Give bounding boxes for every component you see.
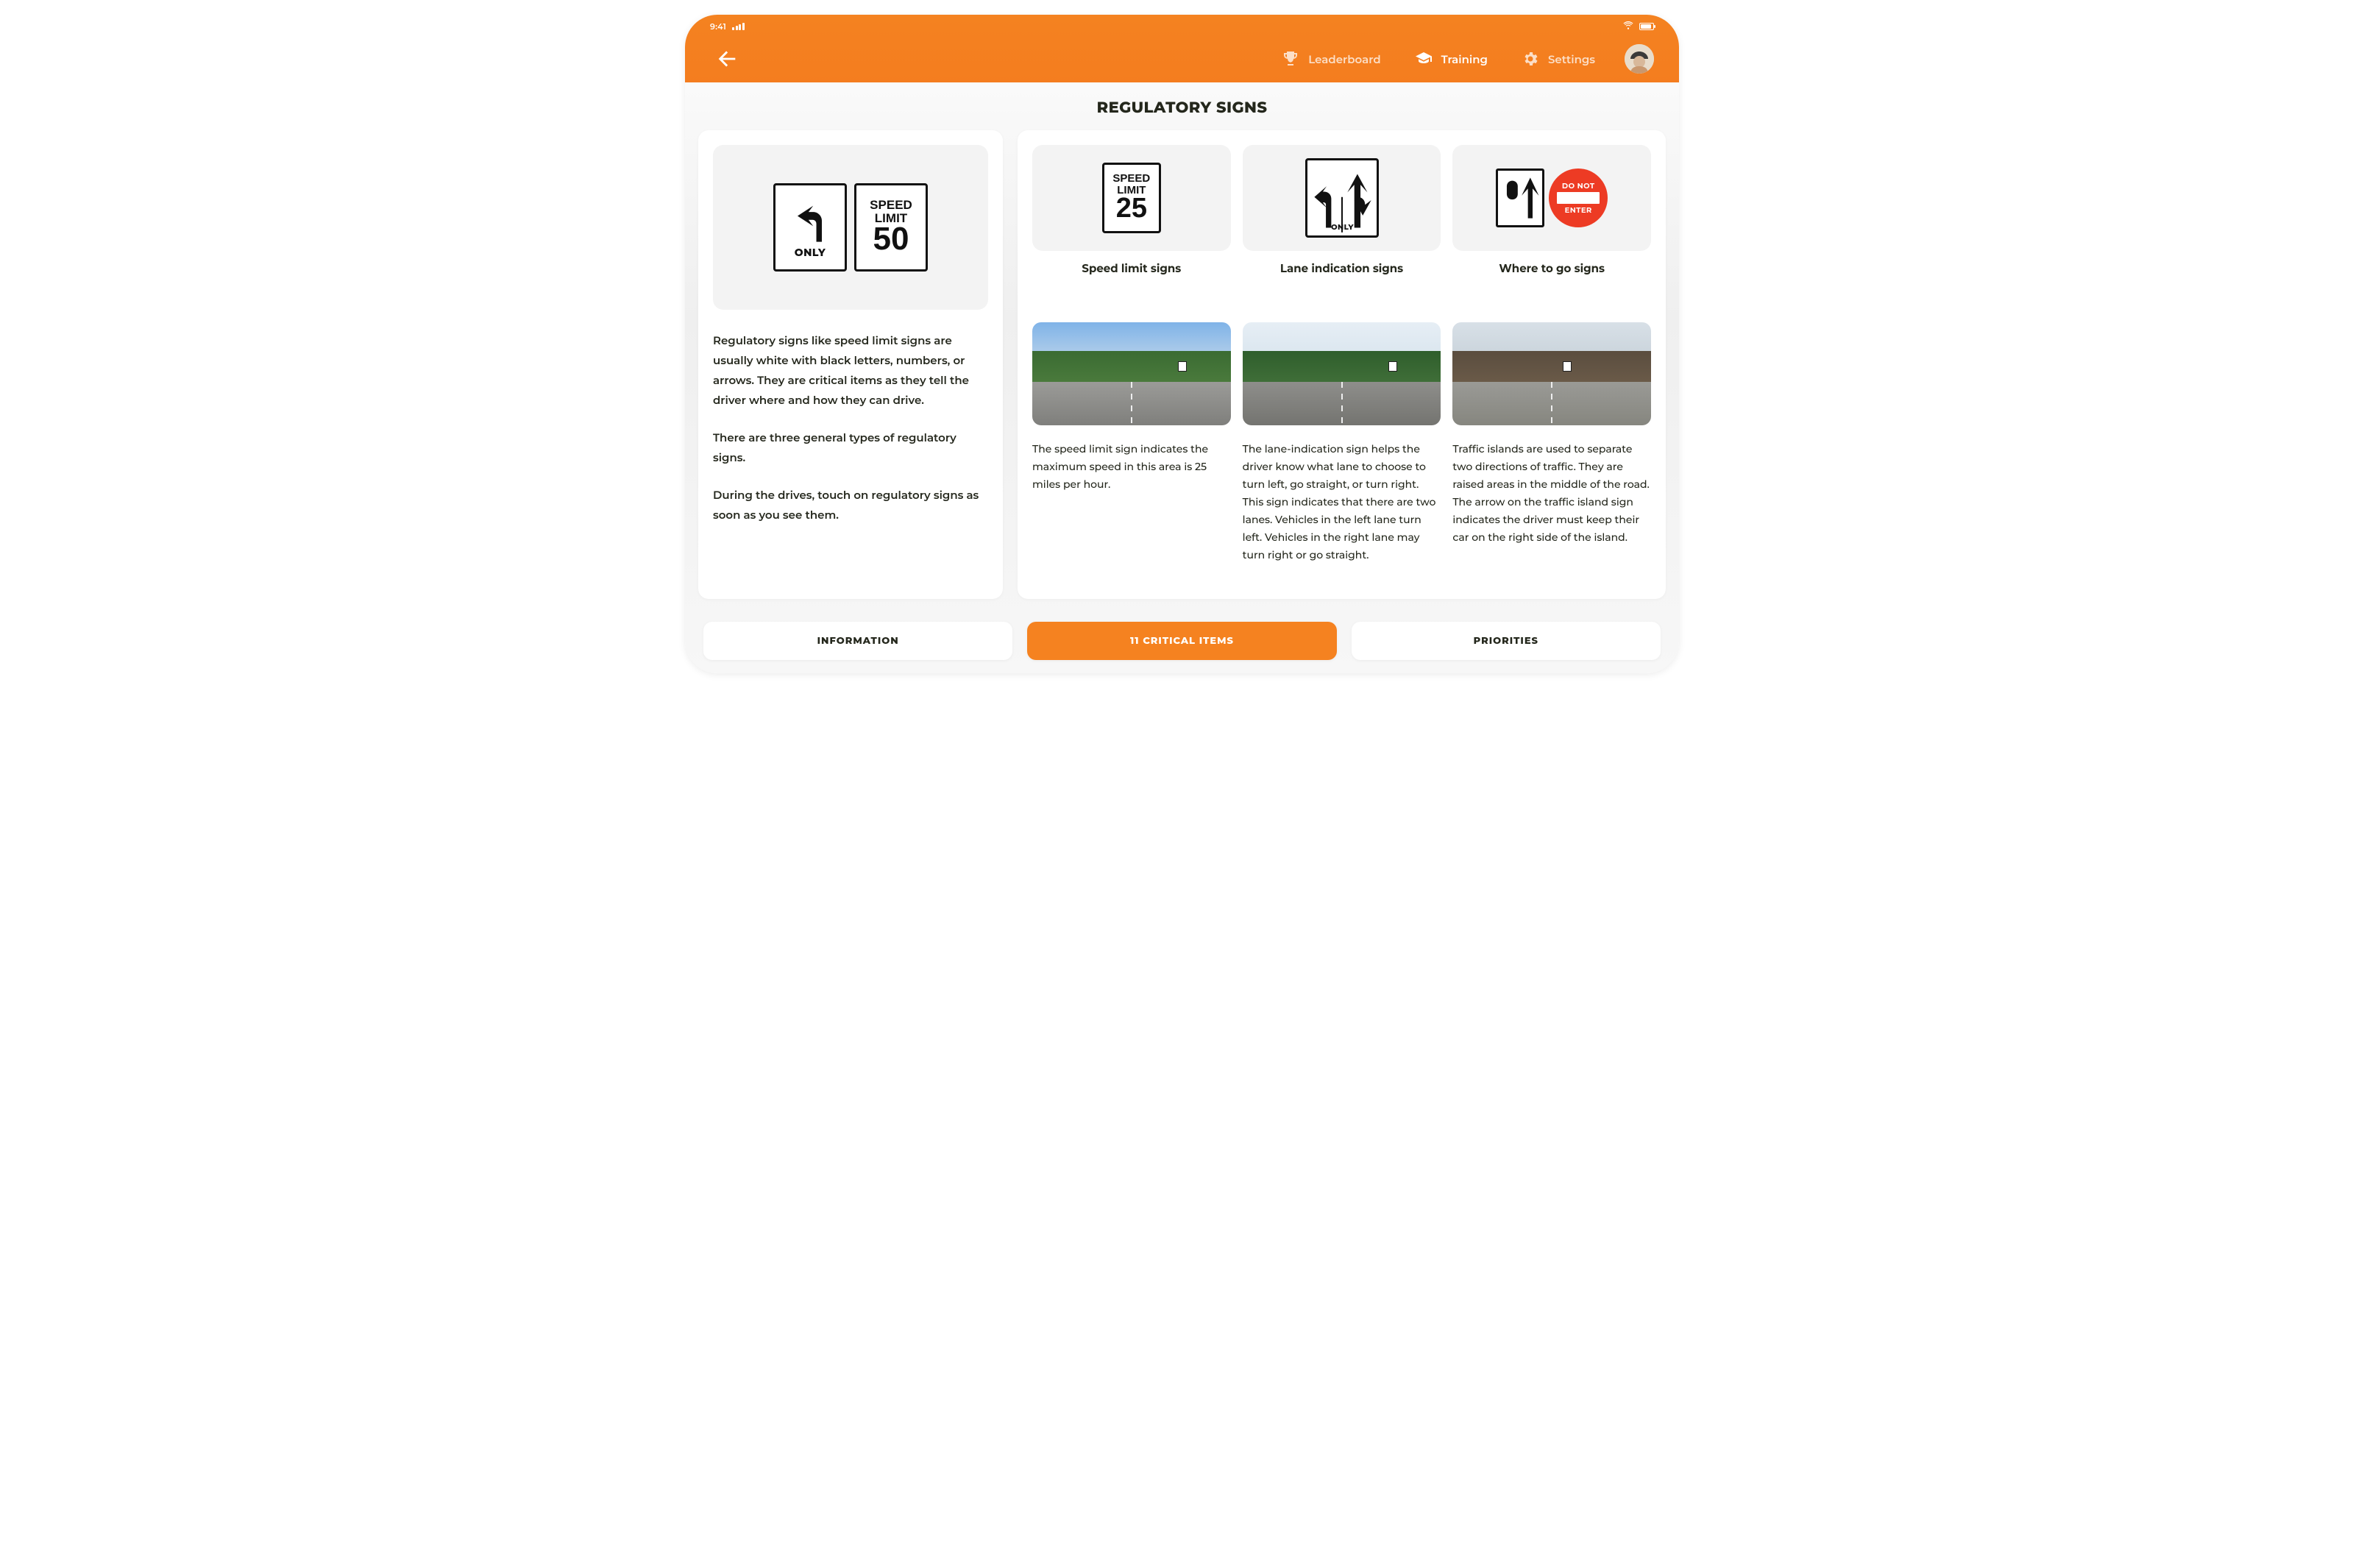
example-row: The speed limit sign indicates the maxim… (1032, 322, 1651, 564)
status-left: 9:41 (710, 19, 745, 34)
tab-label: 11 CRITICAL ITEMS (1130, 635, 1234, 647)
page-body: REGULATORY SIGNS ONLY SPEED LIMIT 50 (685, 82, 1679, 673)
trophy-icon (1282, 50, 1299, 68)
sign-lane-indication: ONLY (1305, 158, 1379, 238)
example-text: Traffic islands are used to separate two… (1452, 440, 1651, 546)
sign-keep-right (1496, 168, 1544, 227)
sign-speed-limit-25: SPEED LIMIT 25 (1102, 163, 1161, 233)
gear-icon (1522, 50, 1539, 68)
sign-only-label: ONLY (1331, 222, 1354, 232)
intro-paragraph: There are three general types of regulat… (713, 428, 988, 467)
avatar-icon (1625, 44, 1654, 74)
type-label: Lane indication signs (1280, 261, 1403, 275)
type-card-where-to-go[interactable]: DO NOT ENTER Where to go signs (1452, 145, 1651, 275)
dne-bottom: ENTER (1565, 205, 1592, 215)
nav-item-settings[interactable]: Settings (1522, 50, 1595, 68)
type-label: Speed limit signs (1082, 261, 1181, 275)
type-thumb: SPEED LIMIT 25 (1032, 145, 1231, 251)
dne-top: DO NOT (1562, 181, 1595, 191)
nav-label: Leaderboard (1308, 52, 1380, 66)
tab-label: INFORMATION (817, 635, 899, 647)
example-photo (1032, 322, 1231, 425)
tab-information[interactable]: INFORMATION (703, 622, 1012, 660)
intro-paragraph: Regulatory signs like speed limit signs … (713, 330, 988, 410)
app-window: 9:41 L (685, 15, 1679, 673)
sign-left-turn-only: ONLY (773, 183, 847, 272)
left-turn-arrow-icon (787, 199, 834, 246)
nav-item-leaderboard[interactable]: Leaderboard (1282, 50, 1380, 68)
dne-bar-icon (1557, 192, 1600, 204)
type-thumb: ONLY (1243, 145, 1441, 251)
signal-icon (732, 23, 745, 30)
bottom-tabs: INFORMATION 11 CRITICAL ITEMS PRIORITIES (703, 622, 1661, 660)
sign-speed-text-top: SPEED (1112, 173, 1150, 184)
app-header: 9:41 L (685, 15, 1679, 82)
tab-critical-items[interactable]: 11 CRITICAL ITEMS (1027, 622, 1336, 660)
type-card-lane-indication[interactable]: ONLY Lane indication signs (1243, 145, 1441, 275)
example-speed-limit: The speed limit sign indicates the maxim… (1032, 322, 1231, 564)
intro-thumb: ONLY SPEED LIMIT 50 (713, 145, 988, 310)
status-bar: 9:41 (685, 19, 1679, 34)
nav-item-training[interactable]: Training (1415, 50, 1488, 68)
example-photo (1452, 322, 1651, 425)
main-panel: SPEED LIMIT 25 Speed limit signs (1018, 130, 1666, 599)
nav-label: Settings (1548, 52, 1595, 66)
type-label: Where to go signs (1499, 261, 1605, 275)
example-text: The lane-indication sign helps the drive… (1243, 440, 1441, 564)
type-thumb: DO NOT ENTER (1452, 145, 1651, 251)
avatar[interactable] (1625, 44, 1654, 74)
example-photo (1243, 322, 1441, 425)
back-button[interactable] (710, 42, 744, 76)
wifi-icon (1623, 20, 1633, 33)
keep-right-arrow-icon (1500, 173, 1540, 223)
sign-do-not-enter: DO NOT ENTER (1549, 168, 1608, 227)
intro-text: Regulatory signs like speed limit signs … (713, 330, 988, 542)
example-text: The speed limit sign indicates the maxim… (1032, 440, 1231, 493)
graduation-cap-icon (1415, 50, 1433, 68)
sign-speed-value: 50 (873, 223, 909, 256)
battery-icon (1639, 23, 1654, 30)
arrow-left-icon (714, 46, 739, 71)
status-time: 9:41 (710, 21, 726, 32)
nav-row: Leaderboard Training Settings (685, 35, 1679, 82)
nav-label: Training (1441, 52, 1488, 66)
sign-only-label: ONLY (795, 246, 826, 259)
tab-priorities[interactable]: PRIORITIES (1352, 622, 1661, 660)
status-right (1623, 19, 1654, 34)
example-lane-indication: The lane-indication sign helps the drive… (1243, 322, 1441, 564)
tab-label: PRIORITIES (1474, 635, 1538, 647)
intro-paragraph: During the drives, touch on regulatory s… (713, 485, 988, 525)
panels: ONLY SPEED LIMIT 50 Regulatory signs lik… (698, 130, 1666, 599)
sign-speed-value: 25 (1116, 194, 1147, 223)
sign-speed-text-top: SPEED (870, 199, 912, 211)
type-card-speed-limit[interactable]: SPEED LIMIT 25 Speed limit signs (1032, 145, 1231, 275)
type-card-row: SPEED LIMIT 25 Speed limit signs (1032, 145, 1651, 275)
sign-speed-limit-50: SPEED LIMIT 50 (854, 183, 928, 272)
intro-panel: ONLY SPEED LIMIT 50 Regulatory signs lik… (698, 130, 1003, 599)
page-title: REGULATORY SIGNS (698, 99, 1666, 117)
example-where-to-go: Traffic islands are used to separate two… (1452, 322, 1651, 564)
